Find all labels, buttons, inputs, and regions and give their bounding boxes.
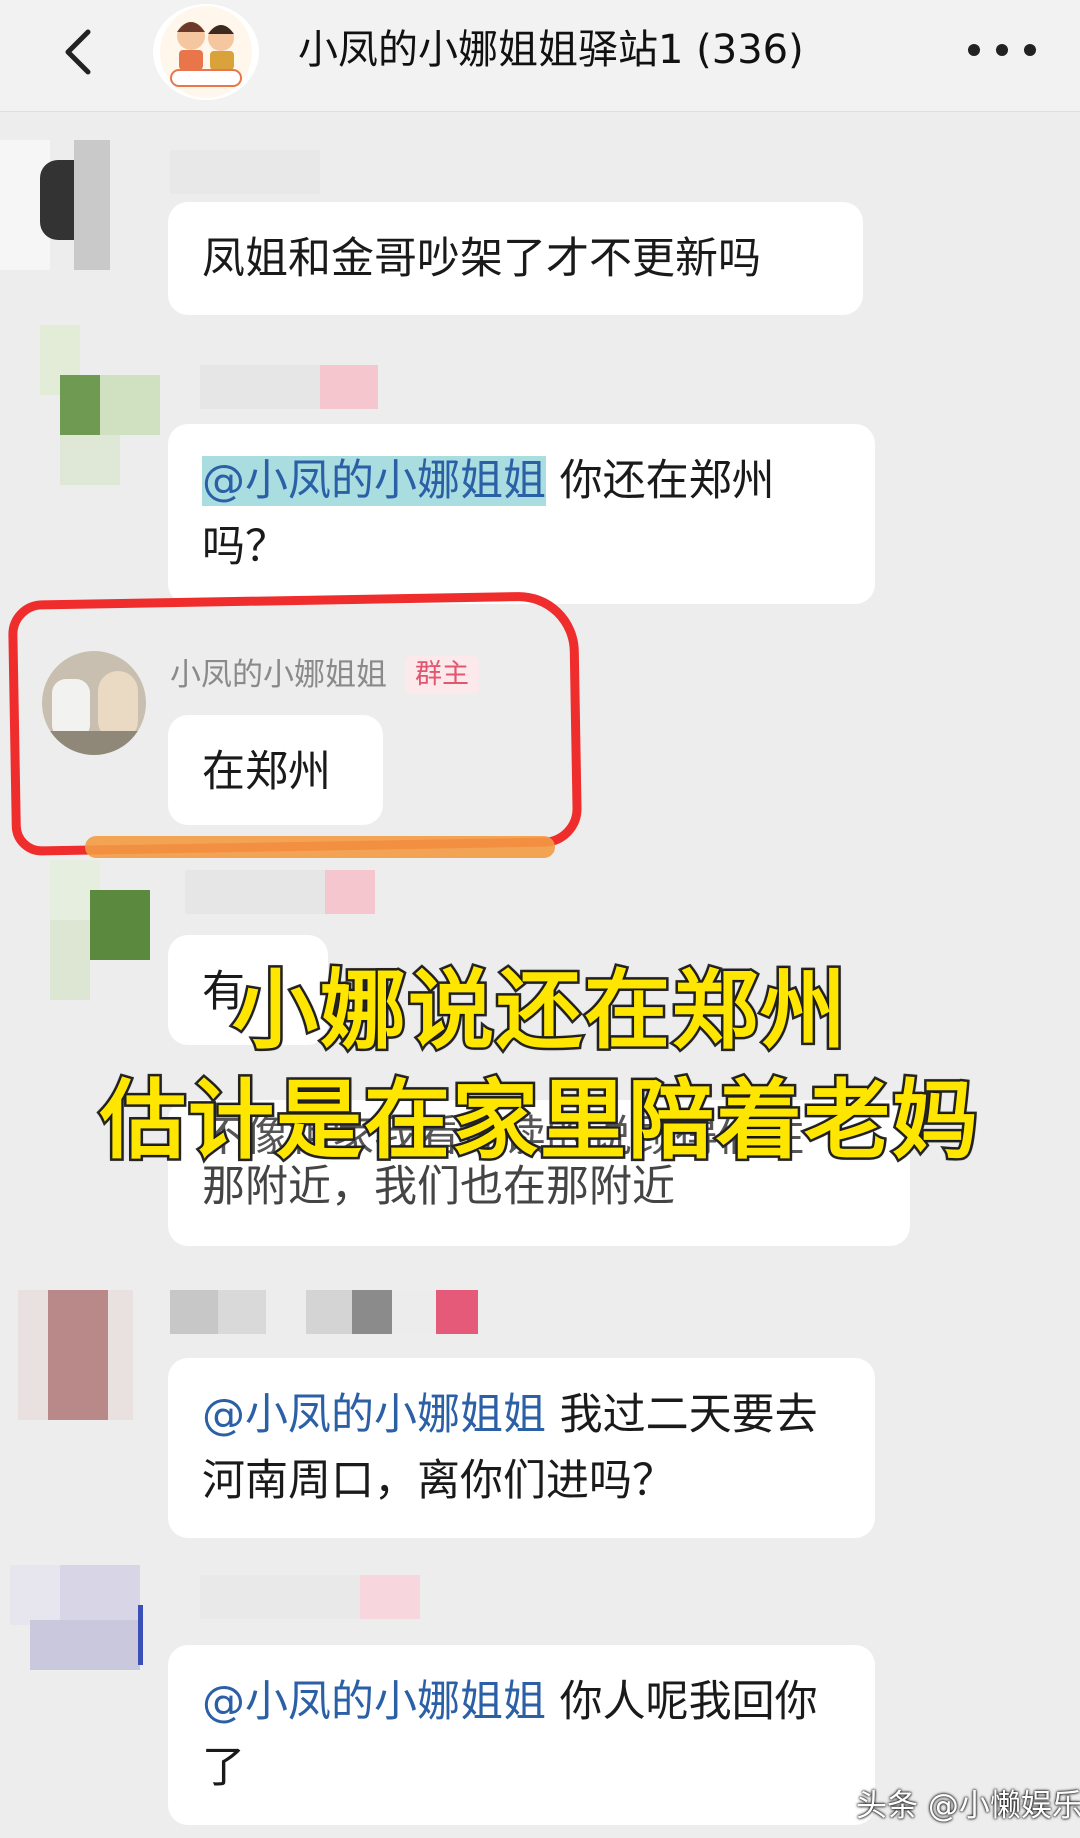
member-avatar[interactable] <box>18 1290 133 1420</box>
message-text: 凤姐和金哥吵架了才不更新吗 <box>202 234 761 284</box>
mention-link[interactable]: @小凤的小娜姐姐 <box>202 456 546 506</box>
sender-name-blurred <box>170 1290 478 1334</box>
orange-underline-mark <box>85 836 555 858</box>
chevron-left-icon <box>65 29 91 75</box>
more-button[interactable] <box>962 22 1042 78</box>
caption-line-1: 小娜说还在郑州 <box>230 959 849 1064</box>
sender-name-blurred <box>170 150 320 194</box>
watermark: 头条 @小懒娱乐 <box>856 1788 1080 1824</box>
message-bubble[interactable]: @小凤的小娜姐姐 你人呢我回你了 <box>168 1645 875 1825</box>
chat-header: 小凤的小娜姐姐驿站1 (336) <box>0 0 1080 112</box>
message-bubble[interactable]: @小凤的小娜姐姐 你还在郑州吗？ <box>168 424 875 604</box>
message-bubble[interactable]: @小凤的小娜姐姐 我过二天要去河南周口，离你们进吗？ <box>168 1358 875 1538</box>
back-button[interactable] <box>52 22 112 82</box>
red-annotation-circle <box>7 591 583 856</box>
group-avatar[interactable] <box>153 4 259 100</box>
member-avatar[interactable] <box>10 1565 160 1685</box>
sender-name-blurred <box>200 1575 420 1619</box>
sender-name-blurred <box>200 365 378 409</box>
message-bubble[interactable]: 凤姐和金哥吵架了才不更新吗 <box>168 202 863 315</box>
member-avatar[interactable] <box>0 140 110 270</box>
member-avatar[interactable] <box>40 325 160 485</box>
caption-line-2: 估计是在家里陪着老妈 <box>98 1069 981 1174</box>
more-dots-icon <box>968 44 1036 56</box>
mention-link[interactable]: @小凤的小娜姐姐 <box>202 1677 546 1727</box>
mention-link[interactable]: @小凤的小娜姐姐 <box>202 1390 546 1440</box>
sender-name-blurred <box>185 870 375 914</box>
group-title: 小凤的小娜姐姐驿站1 (336) <box>298 27 804 73</box>
